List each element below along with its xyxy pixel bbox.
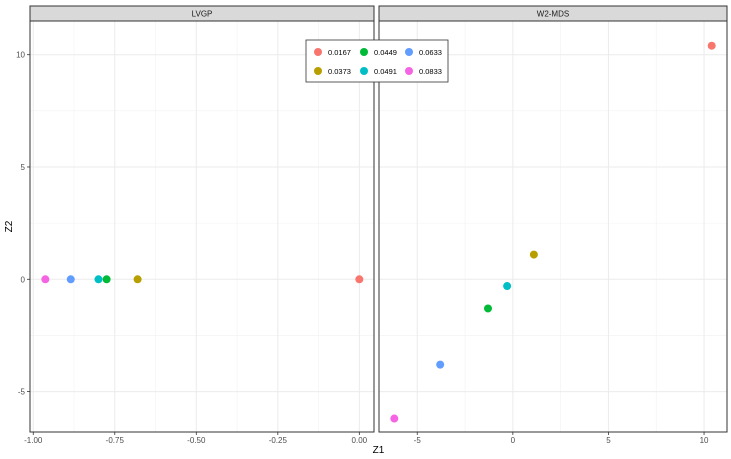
data-point-0.0491 (503, 282, 512, 291)
facet-title: LVGP (192, 10, 213, 19)
legend-label: 0.0491 (374, 67, 397, 76)
legend-key-0.0167 (314, 48, 322, 56)
legend-label: 0.0833 (419, 67, 442, 76)
legend-key-0.0491 (360, 67, 368, 75)
x-tick-label: 5 (606, 436, 611, 445)
y-tick-label: 5 (21, 163, 26, 172)
data-point-0.0449 (483, 304, 492, 313)
y-tick-label: 0 (21, 275, 26, 284)
x-tick-label: -0.50 (187, 436, 206, 445)
panel-background-1 (379, 21, 727, 432)
x-tick-label: -1.00 (24, 436, 43, 445)
data-point-0.0491 (94, 275, 103, 284)
y-axis-title: Z2 (4, 220, 15, 232)
x-tick-label: 10 (700, 436, 709, 445)
x-tick-label: -5 (414, 436, 422, 445)
x-axis-title: Z1 (373, 445, 385, 456)
panel-background-0 (30, 21, 374, 432)
data-point-0.0449 (102, 275, 111, 284)
legend-key-0.0449 (360, 48, 368, 56)
legend-label: 0.0633 (419, 48, 442, 57)
data-point-0.0633 (66, 275, 75, 284)
legend-key-0.0633 (405, 48, 413, 56)
x-tick-label: -0.75 (106, 436, 125, 445)
x-tick-label: -0.25 (269, 436, 288, 445)
data-point-0.0167 (355, 275, 364, 284)
faceted-scatter-chart: LVGP -1.00 -0.75 -0.50 -0.25 0.00 W2-MDS -5 0 5 10… (4, 5, 728, 456)
legend-key-0.0373 (314, 67, 322, 75)
facet-title: W2-MDS (537, 10, 569, 19)
legend-label: 0.0167 (328, 48, 351, 57)
data-point-0.0833 (390, 414, 399, 423)
legend-label: 0.0449 (374, 48, 397, 57)
data-point-0.0633 (436, 360, 445, 369)
x-tick-label: 0.00 (352, 436, 368, 445)
y-tick-label: -5 (18, 388, 26, 397)
x-tick-label: 0 (511, 436, 516, 445)
data-point-0.0373 (529, 250, 538, 259)
data-point-0.0373 (133, 275, 142, 284)
legend-label: 0.0373 (328, 67, 351, 76)
legend-key-0.0833 (405, 67, 413, 75)
data-point-0.0167 (707, 41, 716, 50)
y-tick-label: 10 (16, 51, 25, 60)
data-point-0.0833 (41, 275, 50, 284)
